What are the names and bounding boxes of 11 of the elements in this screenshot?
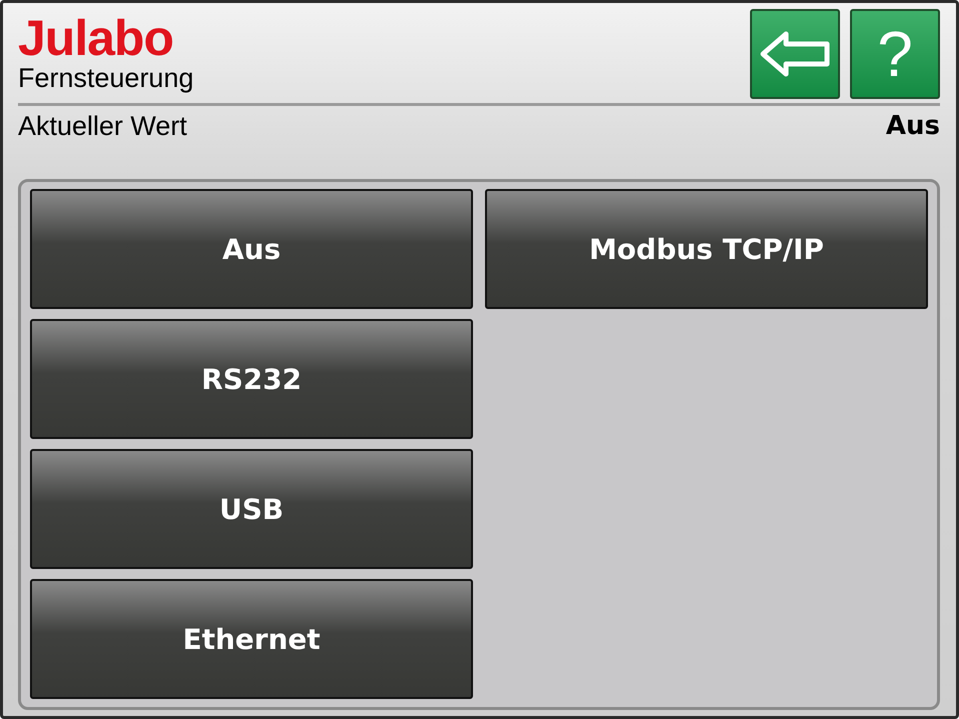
option-button[interactable]: Modbus TCP/IP xyxy=(485,189,928,309)
back-button[interactable] xyxy=(750,9,840,99)
option-button[interactable]: Ethernet xyxy=(30,579,473,699)
option-button[interactable]: RS232 xyxy=(30,319,473,439)
logo: Julabo xyxy=(18,15,174,61)
option-button[interactable]: USB xyxy=(30,449,473,569)
current-value-label: Aktueller Wert xyxy=(18,110,188,142)
current-value: Aus xyxy=(886,111,940,141)
back-arrow-icon xyxy=(760,31,830,77)
page-title: Fernsteuerung xyxy=(18,62,194,95)
option-button[interactable]: Aus xyxy=(30,189,473,309)
